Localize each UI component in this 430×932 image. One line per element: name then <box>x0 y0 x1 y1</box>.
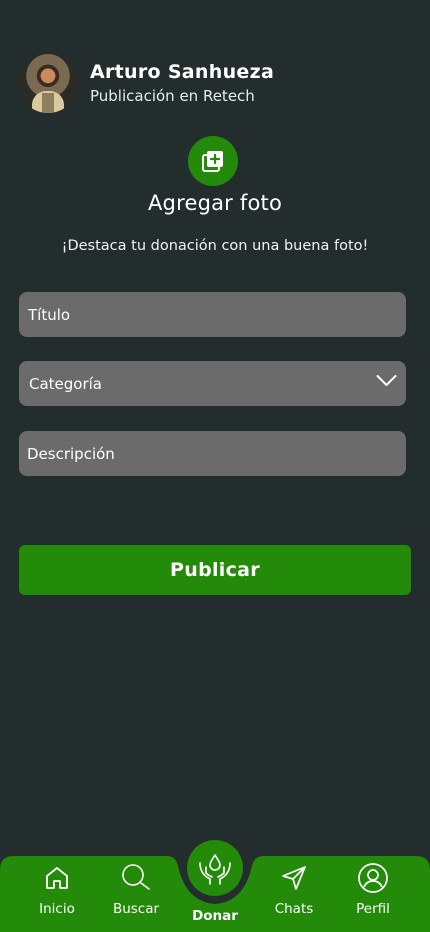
add-photo-title: Agregar foto <box>147 191 283 215</box>
user-info: Arturo Sanhueza Publicación en Retech <box>90 60 274 107</box>
nav-item-buscar[interactable]: Buscar <box>101 860 171 917</box>
add-photo-button[interactable] <box>188 136 238 186</box>
search-icon <box>122 864 150 890</box>
user-header: Arturo Sanhueza Publicación en Retech <box>18 53 274 113</box>
description-placeholder: Descripción <box>27 444 115 463</box>
title-input[interactable]: Título <box>19 292 406 337</box>
bottom-nav: Inicio Buscar Donar Chats Perfil <box>0 840 430 932</box>
description-input[interactable]: Descripción <box>19 431 406 476</box>
add-photo-icon <box>202 151 223 172</box>
chevron-down-icon <box>376 375 397 386</box>
nav-label-buscar: Buscar <box>112 901 160 917</box>
nav-label-inicio: Inicio <box>39 901 75 917</box>
nav-label-donar: Donar <box>192 908 238 924</box>
home-icon <box>46 867 68 889</box>
title-placeholder: Título <box>28 305 71 324</box>
category-select[interactable]: Categoría <box>19 361 406 406</box>
nav-item-donar[interactable] <box>187 840 243 896</box>
category-placeholder: Categoría <box>29 374 103 393</box>
nav-label-perfil: Perfil <box>356 901 390 917</box>
user-subtitle: Publicación en Retech <box>90 86 255 105</box>
user-name: Arturo Sanhueza <box>90 60 275 83</box>
profile-icon <box>358 863 388 893</box>
nav-item-inicio[interactable]: Inicio <box>22 860 92 917</box>
nav-item-chats[interactable]: Chats <box>259 860 329 917</box>
nav-item-perfil[interactable]: Perfil <box>338 860 408 917</box>
add-photo-hint: ¡Destaca tu donación con una buena foto! <box>61 238 369 254</box>
nav-label-chats: Chats <box>274 901 314 917</box>
send-icon <box>282 866 306 890</box>
avatar[interactable] <box>18 53 78 113</box>
donate-hands-icon <box>199 854 231 885</box>
publish-button[interactable]: Publicar <box>19 545 411 595</box>
